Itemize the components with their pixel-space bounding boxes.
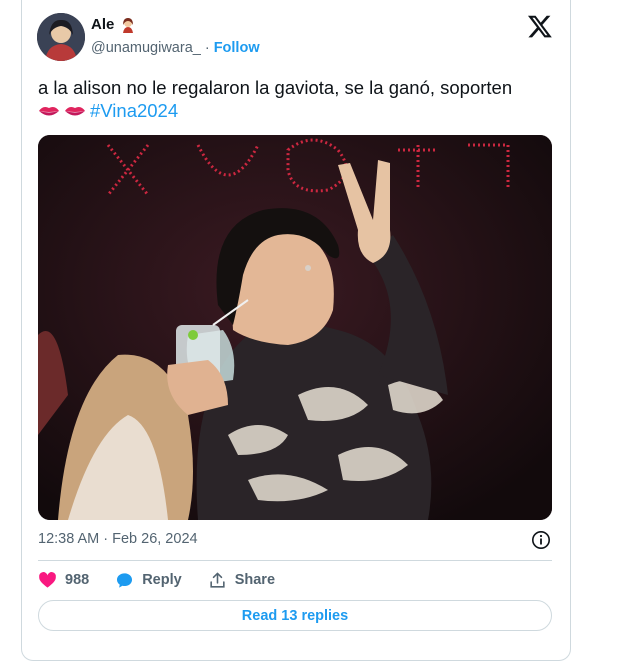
tweet-text: a la alison no le regalaron la gaviota, … [38,76,558,122]
heart-icon [39,571,56,588]
reply-label: Reply [142,572,182,588]
share-icon [210,572,225,588]
kiss-mark-icon [65,107,85,116]
tweet-photo[interactable] [38,135,552,520]
tweet-body: a la alison no le regalaron la gaviota, … [38,77,513,98]
share-button[interactable]: Share [208,571,275,590]
avatar-image [37,13,85,61]
handle-separator: · [204,40,210,56]
tweet-date[interactable]: Feb 26, 2024 [112,531,197,547]
hashtag-link[interactable]: #Vina2024 [90,100,178,121]
read-replies-button[interactable]: Read 13 replies [38,600,552,631]
reply-bubble-icon [117,572,133,588]
meta-separator: · [103,531,109,547]
kiss-mark-icon [39,107,59,116]
author-handle-row: @unamugiwara_ · Follow [91,40,260,56]
author-name[interactable]: Ale [91,16,114,33]
tweet-meta: 12:38 AM · Feb 26, 2024 [38,531,198,547]
like-button[interactable]: 988 [38,571,89,590]
follow-button[interactable]: Follow [214,40,260,56]
info-icon[interactable] [531,530,551,550]
x-logo-icon[interactable] [527,13,553,39]
author-name-row: Ale [91,16,136,33]
author-handle[interactable]: @unamugiwara_ [91,40,201,56]
tweet-actions: 988 Reply Share [38,569,301,591]
party-photo-image [38,135,552,520]
share-label: Share [234,572,276,588]
tweet-second-line: #Vina2024 [38,99,558,122]
reply-button[interactable]: Reply [115,571,182,590]
meta-divider [38,560,552,561]
like-count: 988 [65,572,90,588]
author-avatar[interactable] [37,13,85,61]
tweet-time[interactable]: 12:38 AM [38,531,99,547]
woman-emoji-icon [123,17,134,33]
